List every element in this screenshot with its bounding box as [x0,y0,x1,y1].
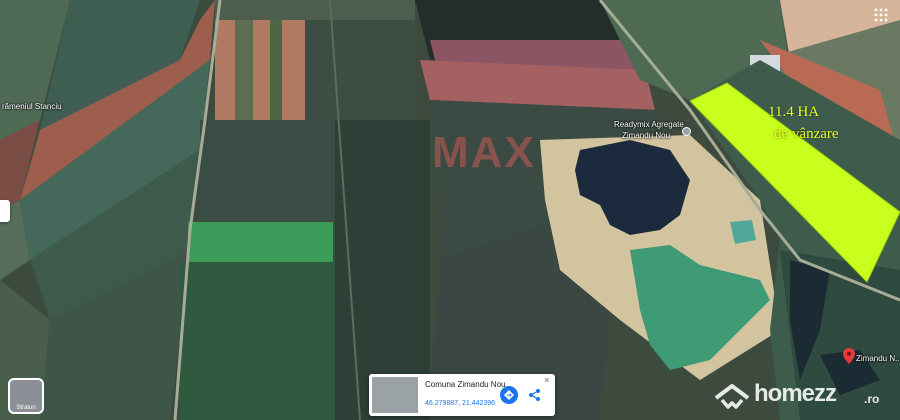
watermark-logo: MAX [432,128,536,178]
home-logo-icon [714,384,750,409]
map-pin-icon[interactable] [843,348,855,364]
pin-label[interactable]: Zimandu N... [856,354,900,363]
side-panel-toggle[interactable] [0,200,10,222]
plot-area-label: 11.4 HA [768,104,820,120]
map-viewport[interactable]: MAX rămeniul Stanciu Readymix Agregate Z… [0,0,900,420]
share-icon [529,389,540,401]
plot-note-label: de vânzare [774,126,839,142]
place-card[interactable]: Comuna Zimandu Nou 46.279887, 21.442396 … [369,374,555,416]
brand-tld: .ro [864,392,880,406]
watermark-text: MAX [432,128,536,177]
place-card-coordinates[interactable]: 46.279887, 21.442396 [425,400,495,407]
share-button[interactable] [527,387,543,403]
apps-grid-icon[interactable] [874,8,888,22]
place-label-left[interactable]: rămeniul Stanciu [2,102,62,111]
poi-pin-icon[interactable] [682,127,691,136]
brand-name: homezz [754,380,837,407]
place-thumbnail[interactable] [372,377,418,413]
homezz-logo: homezz .ro [714,378,894,416]
layers-button[interactable]: Straturi [8,378,44,414]
directions-button[interactable] [500,386,518,404]
layers-button-label: Straturi [16,405,36,411]
close-icon[interactable]: × [544,375,549,385]
place-card-title[interactable]: Comuna Zimandu Nou [425,380,505,389]
poi-label-line2[interactable]: Zimandu Nou [622,131,670,140]
satellite-map[interactable] [0,0,900,420]
directions-icon [504,390,514,400]
poi-label-line1[interactable]: Readymix Agregate [614,120,684,129]
